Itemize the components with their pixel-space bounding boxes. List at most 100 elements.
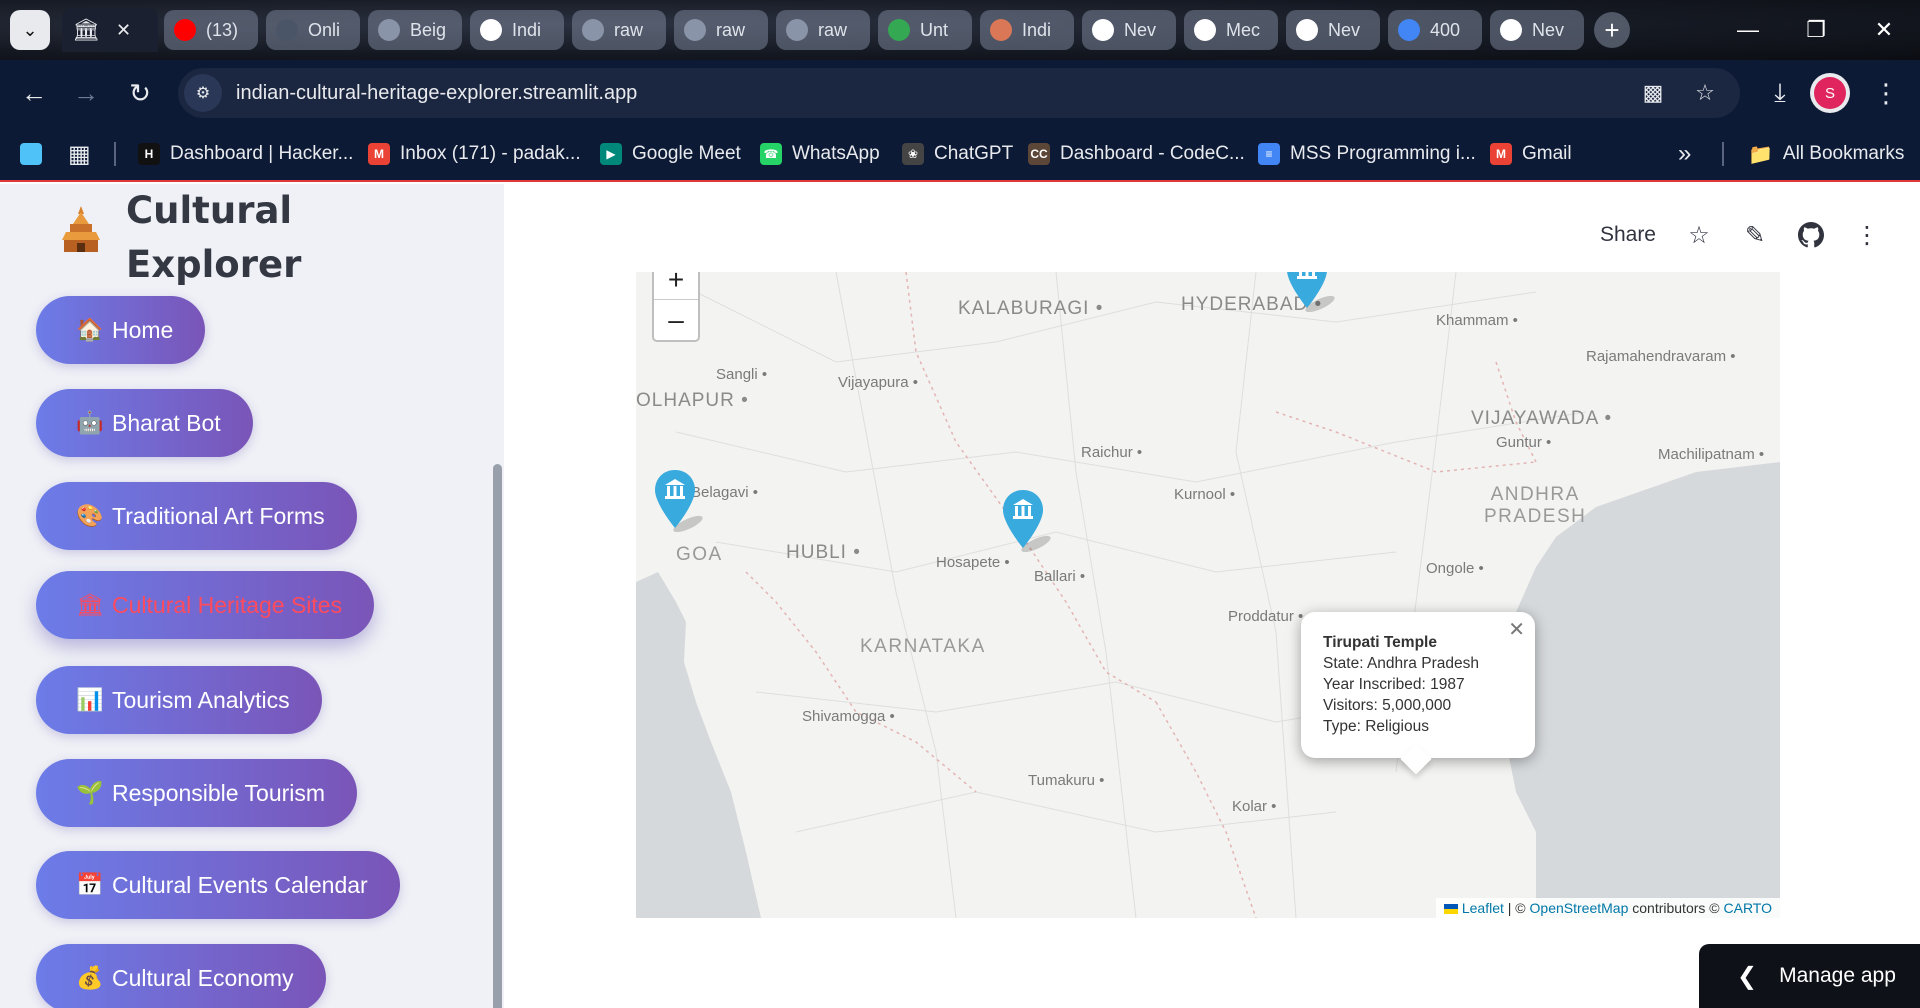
close-window-button[interactable]: ✕ (1864, 10, 1904, 50)
nav-label: Cultural Heritage Sites (112, 591, 343, 618)
youtube-icon (174, 19, 196, 41)
bookmark-star-icon[interactable]: ☆ (1686, 74, 1724, 112)
bookmark-item[interactable]: H Dashboard | Hacker... (138, 139, 353, 169)
bookmark-item[interactable]: ▶ Google Meet (600, 139, 741, 169)
manage-app-button[interactable]: ❮ Manage app (1699, 944, 1920, 1008)
restore-button[interactable]: ❐ (1796, 10, 1836, 50)
share-button[interactable]: Share (1600, 223, 1656, 247)
nav-responsible-tourism[interactable]: 🌱 Responsible Tourism (36, 759, 358, 827)
osm-link[interactable]: OpenStreetMap (1530, 900, 1629, 916)
active-tab[interactable]: 🏛 ✕ (62, 8, 158, 52)
bookmark-label: Gmail (1522, 143, 1572, 164)
popup-type: Type: Religious (1323, 718, 1429, 735)
tab-label: Unt (920, 19, 949, 40)
apps-grid-icon[interactable]: ▦ (68, 139, 91, 169)
bookmark-item[interactable]: ☎ WhatsApp (760, 139, 880, 169)
map-place-label: HUBLI • (786, 542, 861, 563)
tab-label: Nev (1124, 19, 1157, 40)
nav-bharat-bot[interactable]: 🤖 Bharat Bot (36, 389, 253, 457)
hackerrank-icon (276, 19, 298, 41)
zoom-out-button[interactable]: – (654, 300, 698, 340)
bookmark-item[interactable]: M Inbox (171) - padak... (368, 139, 581, 169)
browser-tab[interactable]: Mec (1184, 10, 1278, 50)
popup-title: Tirupati Temple (1323, 634, 1437, 651)
bookmark-item[interactable]: ❀ ChatGPT (902, 139, 1013, 169)
browser-tab[interactable]: Indi (470, 10, 564, 50)
reload-button[interactable]: ↻ (120, 73, 160, 113)
sidebar-toggle-icon[interactable] (20, 139, 42, 169)
claude-icon (990, 19, 1012, 41)
profile-avatar[interactable]: S (1814, 77, 1846, 109)
leaflet-link[interactable]: Leaflet (1462, 900, 1504, 916)
browser-tab-strip: ⌄ 🏛 ✕ (13) Onli Beig Indi raw raw raw Unt Indi Ne… (0, 0, 1920, 60)
chrome-icon (1500, 19, 1522, 41)
popup-close-icon[interactable]: ✕ (1508, 620, 1525, 641)
tab-label: Indi (1022, 19, 1052, 40)
attribution-contributors: contributors © (1628, 900, 1724, 916)
browser-tab[interactable]: Beig (368, 10, 462, 50)
nav-tourism-analytics[interactable]: 📊 Tourism Analytics (36, 666, 322, 734)
nav-home[interactable]: 🏠 Home (36, 296, 206, 364)
bookmark-item[interactable]: M Gmail (1490, 139, 1572, 169)
browser-tab[interactable]: (13) (164, 10, 258, 50)
browser-tab[interactable]: Indi (980, 10, 1074, 50)
bookmark-item[interactable]: ≡ MSS Programming i... (1258, 139, 1476, 169)
github-icon (480, 19, 502, 41)
map-place-label: Kolar • (1232, 798, 1277, 815)
browser-tab[interactable]: Nev (1286, 10, 1380, 50)
browser-tab[interactable]: 400 (1388, 10, 1482, 50)
all-bookmarks[interactable]: 📁 All Bookmarks (1748, 139, 1904, 169)
heritage-map[interactable]: + – KALABURAGI • HYDERABAD • Khammam • Raja… (636, 272, 1780, 918)
sidebar-scrollbar[interactable] (493, 464, 502, 1008)
tab-search-button[interactable]: ⌄ (10, 10, 50, 50)
nav-traditional-art-forms[interactable]: 🎨 Traditional Art Forms (36, 482, 357, 550)
nav-cultural-economy[interactable]: 💰 Cultural Economy (36, 944, 326, 1008)
install-app-icon[interactable]: ▩ (1634, 74, 1672, 112)
close-tab-icon[interactable]: ✕ (116, 20, 131, 41)
bookmark-label: MSS Programming i... (1290, 143, 1476, 164)
app-header-actions: Share ☆ ✎ ⋮ (1600, 222, 1880, 249)
museum-icon: 🏛 (72, 17, 100, 42)
map-place-label: Guntur • (1496, 434, 1552, 451)
carto-link[interactable]: CARTO (1724, 900, 1773, 916)
bookmark-label: Dashboard | Hacker... (170, 143, 354, 164)
heritage-site-marker[interactable] (654, 468, 703, 533)
address-bar[interactable]: ⚙ indian-cultural-heritage-explorer.stre… (178, 68, 1740, 118)
tab-label: Indi (512, 19, 542, 40)
popup-visitors: Visitors: 5,000,000 (1323, 697, 1452, 714)
map-place-label: Proddatur • (1228, 608, 1304, 625)
heritage-site-marker[interactable] (1286, 272, 1335, 313)
star-icon[interactable]: ☆ (1686, 222, 1712, 249)
tab-label: Onli (308, 19, 341, 40)
map-attribution: Leaflet | © OpenStreetMap contributors ©… (1435, 898, 1780, 918)
nav-cultural-events-calendar[interactable]: 📅 Cultural Events Calendar (36, 851, 400, 919)
zoom-in-button[interactable]: + (654, 272, 698, 300)
browser-tab[interactable]: Onli (266, 10, 360, 50)
site-info-icon[interactable]: ⚙ (184, 74, 222, 112)
nav-label: Cultural Economy (112, 964, 294, 991)
edit-pencil-icon[interactable]: ✎ (1742, 222, 1768, 249)
nav-emoji-icon: 🌱 (76, 780, 104, 805)
forward-button[interactable]: → (66, 73, 106, 113)
nav-cultural-heritage-sites[interactable]: 🏛 Cultural Heritage Sites (36, 571, 375, 639)
browser-tab[interactable]: Nev (1490, 10, 1584, 50)
browser-tab[interactable]: raw (674, 10, 768, 50)
browser-tab[interactable]: Unt (878, 10, 972, 50)
browser-tab[interactable]: raw (776, 10, 870, 50)
bookmark-label: Inbox (171) - padak... (400, 143, 581, 164)
more-options-icon[interactable]: ⋮ (1854, 222, 1880, 249)
download-icon[interactable]: ⤓ (1760, 73, 1800, 113)
minimize-button[interactable]: — (1728, 10, 1768, 50)
back-button[interactable]: ← (14, 73, 54, 113)
browser-menu-icon[interactable]: ⋮ (1866, 73, 1906, 113)
more-bookmarks-icon[interactable]: » (1678, 139, 1691, 169)
heritage-site-marker[interactable] (1002, 488, 1051, 553)
github-icon[interactable] (1798, 222, 1824, 248)
url-text[interactable]: indian-cultural-heritage-explorer.stream… (236, 82, 637, 105)
nav-emoji-icon: 🏠 (76, 317, 104, 342)
new-tab-button[interactable]: + (1594, 12, 1630, 48)
browser-tab[interactable]: raw (572, 10, 666, 50)
browser-tab[interactable]: Nev (1082, 10, 1176, 50)
map-place-label: Rajamahendravaram • (1586, 348, 1736, 365)
bookmark-item[interactable]: CC Dashboard - CodeC... (1028, 139, 1245, 169)
